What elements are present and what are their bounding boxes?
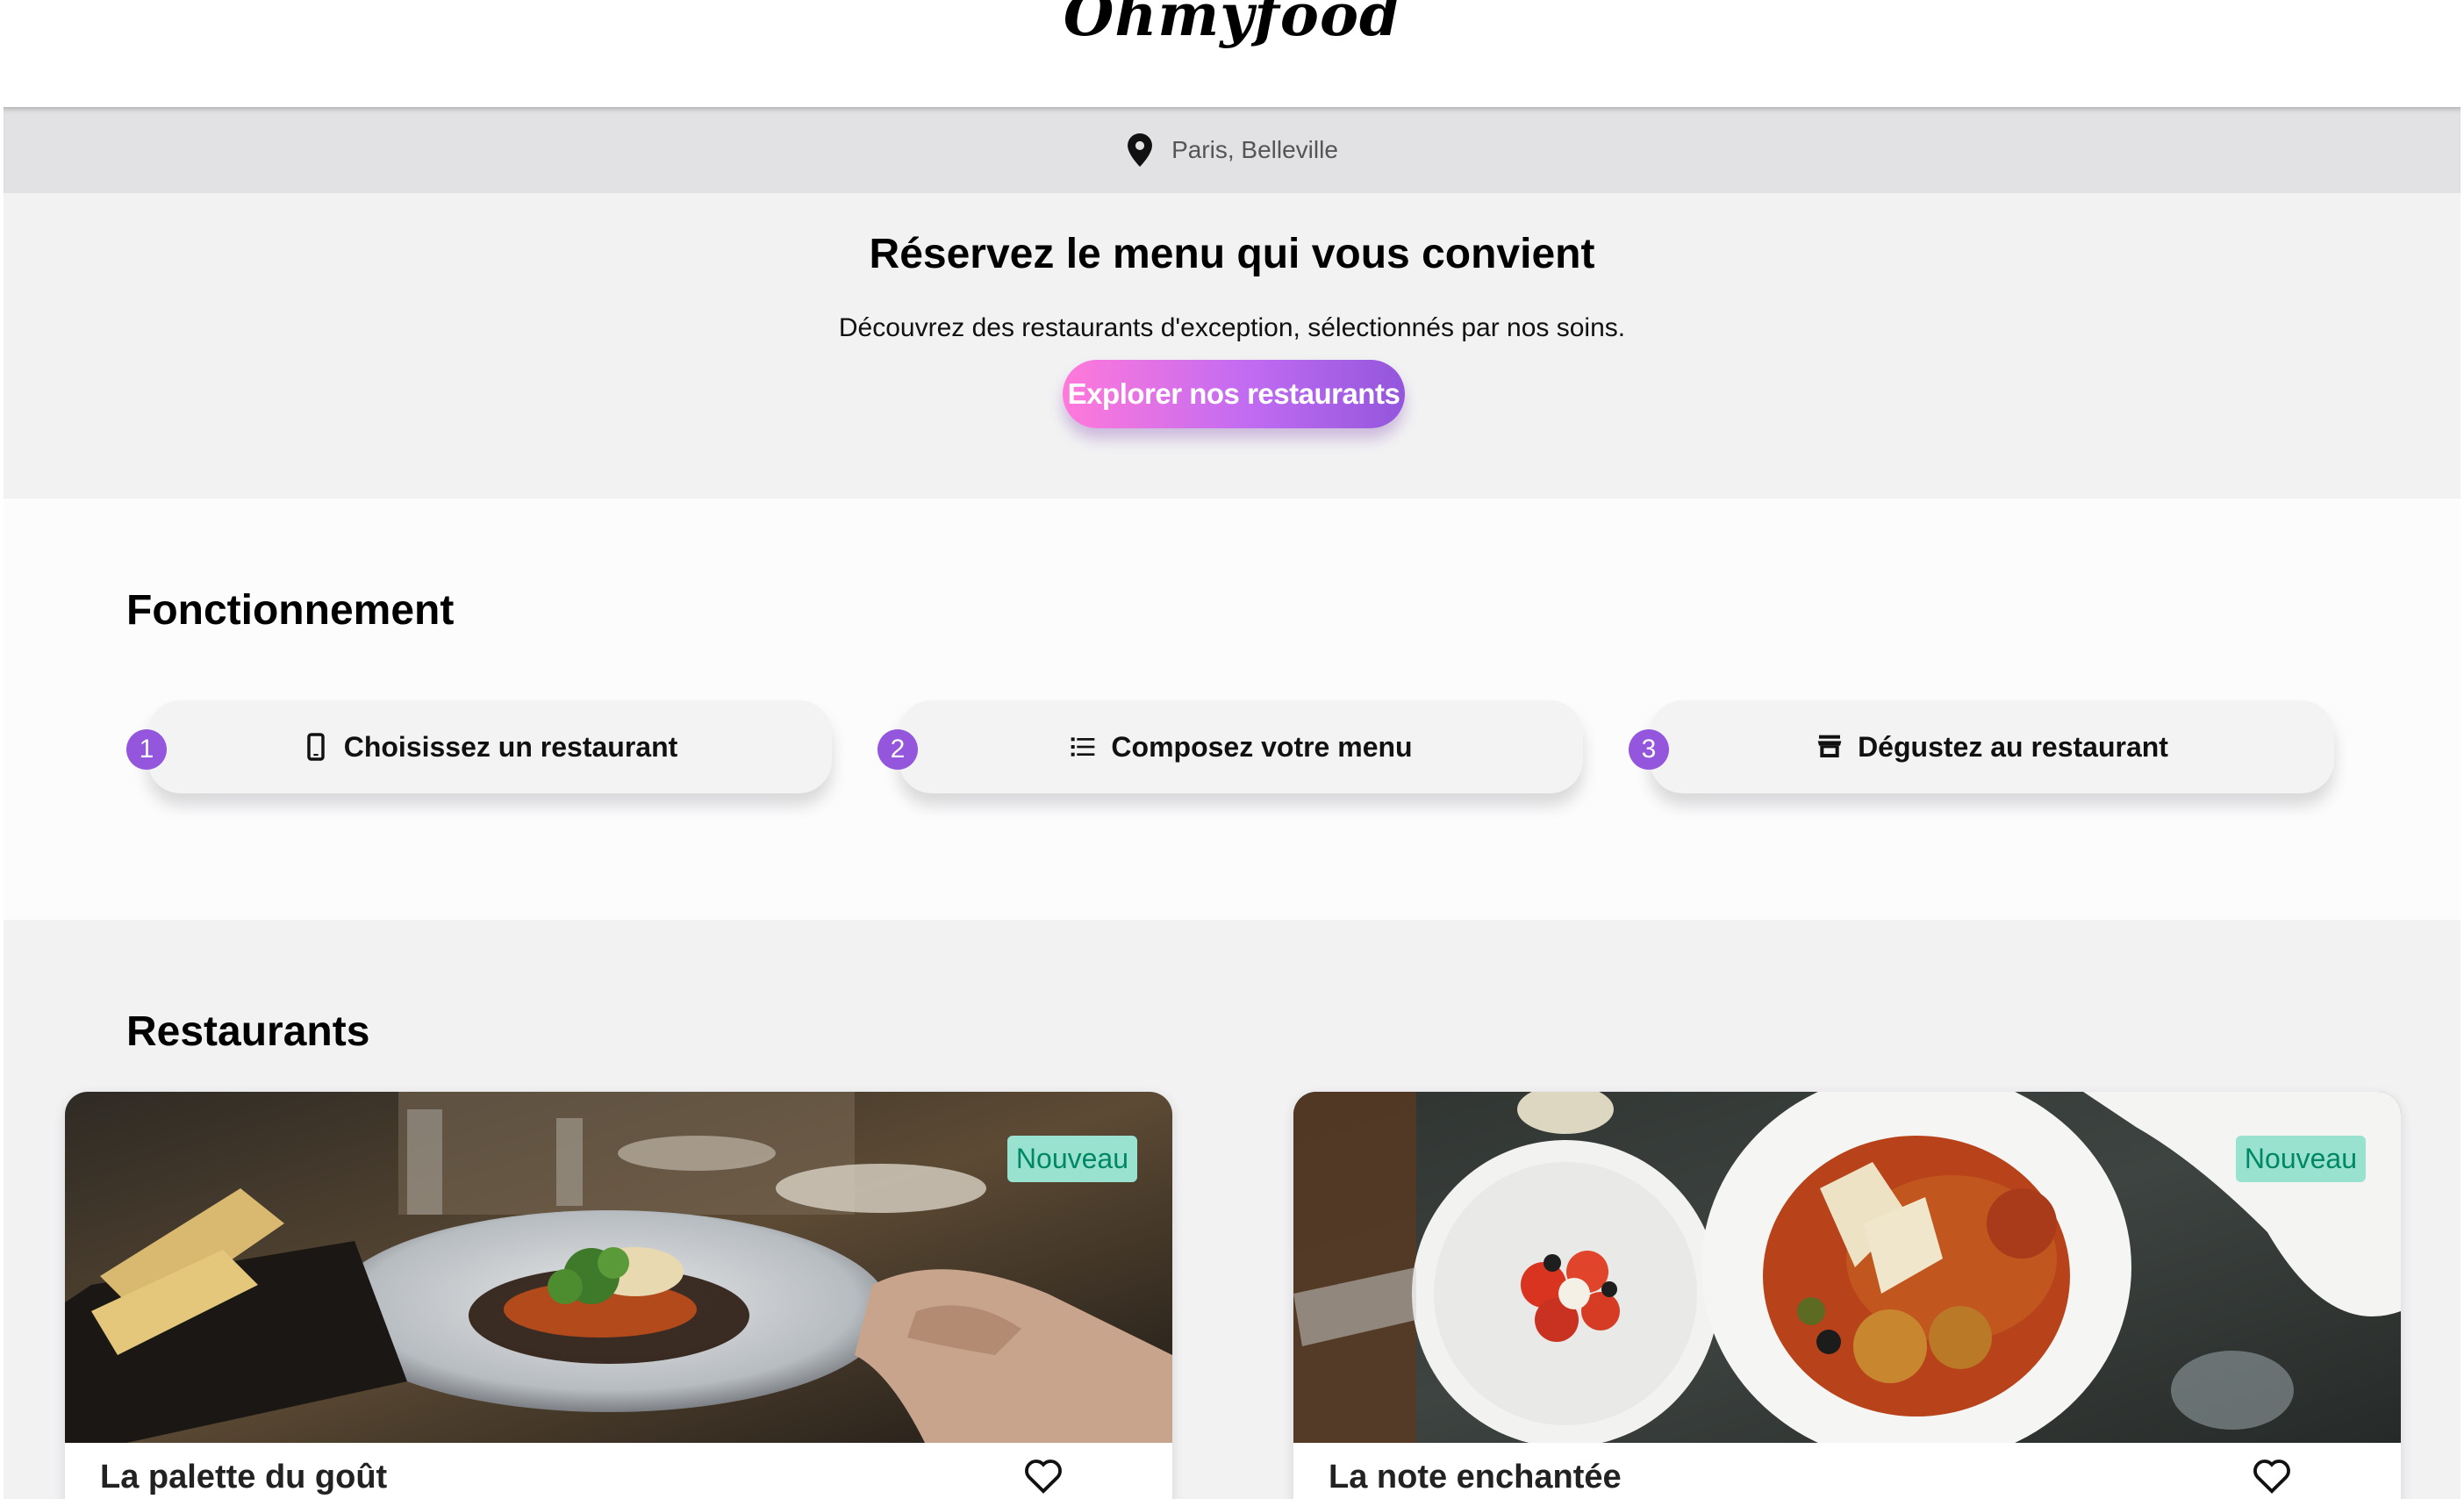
explore-restaurants-button[interactable]: Explorer nos restaurants — [1063, 360, 1405, 428]
step-3-number: 3 — [1629, 729, 1669, 770]
step-2-label: Composez votre menu — [1111, 730, 1413, 763]
location-pin-icon — [1128, 133, 1152, 167]
restaurants-section: Restaurants Nouveau La palette du goût N… — [4, 920, 2460, 1499]
step-1-label: Choisissez un restaurant — [343, 730, 678, 763]
mobile-phone-icon — [306, 733, 325, 761]
restaurants-title: Restaurants — [126, 1008, 370, 1055]
restaurant-card[interactable]: Nouveau La palette du goût — [65, 1092, 1172, 1499]
heart-icon[interactable] — [2252, 1457, 2292, 1494]
site-header: Ohmyfood — [0, 0, 2464, 107]
location-text: Paris, Belleville — [1171, 136, 1338, 163]
step-2-number: 2 — [877, 729, 918, 770]
location-bar: Paris, Belleville — [4, 107, 2460, 193]
step-3-pill: Dégustez au restaurant — [1650, 700, 2334, 793]
restaurant-card[interactable]: Nouveau La note enchantée — [1293, 1092, 2401, 1499]
how-it-works-section: Fonctionnement Choisissez un restaurant … — [4, 498, 2460, 920]
hero-section: Réservez le menu qui vous convient Décou… — [4, 193, 2460, 498]
restaurant-name: La palette du goût — [100, 1459, 388, 1495]
list-icon — [1071, 737, 1095, 757]
step-3-label: Dégustez au restaurant — [1858, 730, 2168, 763]
hero-title: Réservez le menu qui vous convient — [869, 231, 1595, 277]
how-it-works-title: Fonctionnement — [126, 587, 455, 634]
new-badge: Nouveau — [1006, 1136, 1137, 1182]
restaurant-photo — [65, 1092, 1172, 1443]
restaurant-name: La note enchantée — [1329, 1459, 1622, 1495]
new-badge: Nouveau — [2235, 1136, 2366, 1182]
step-2-pill: Composez votre menu — [899, 700, 1583, 793]
hero-subtitle: Découvrez des restaurants d'exception, s… — [838, 313, 1626, 342]
store-icon — [1817, 735, 1842, 757]
site-logo[interactable]: Ohmyfood — [0, 0, 2464, 49]
step-1-pill: Choisissez un restaurant — [147, 700, 832, 793]
heart-icon[interactable] — [1023, 1457, 1064, 1494]
step-1-number: 1 — [126, 729, 167, 770]
restaurant-photo — [1293, 1092, 2401, 1443]
